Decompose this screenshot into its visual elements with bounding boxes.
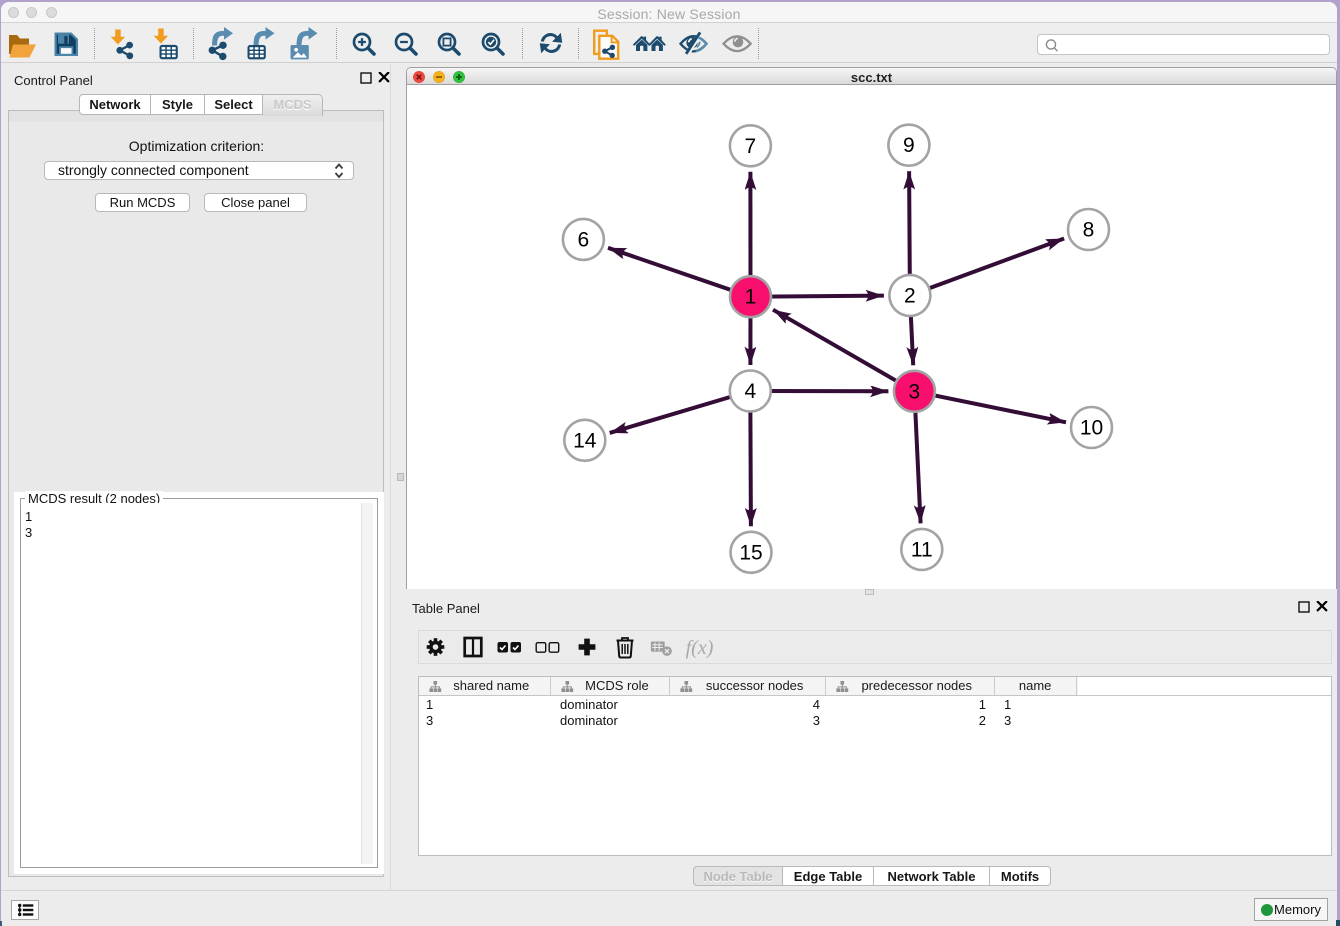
svg-text:10: 10 (1080, 417, 1103, 440)
svg-text:7: 7 (745, 135, 757, 158)
svg-text:2: 2 (904, 284, 916, 307)
svg-text:15: 15 (739, 541, 762, 564)
svg-text:6: 6 (578, 228, 590, 251)
svg-text:11: 11 (911, 538, 933, 561)
svg-text:4: 4 (744, 380, 756, 403)
svg-text:f(x): f(x) (686, 637, 714, 659)
svg-text:14: 14 (573, 429, 597, 452)
svg-text:1: 1 (745, 286, 757, 309)
svg-text:9: 9 (903, 134, 915, 157)
svg-text:3: 3 (909, 380, 921, 403)
svg-text:8: 8 (1083, 219, 1095, 242)
